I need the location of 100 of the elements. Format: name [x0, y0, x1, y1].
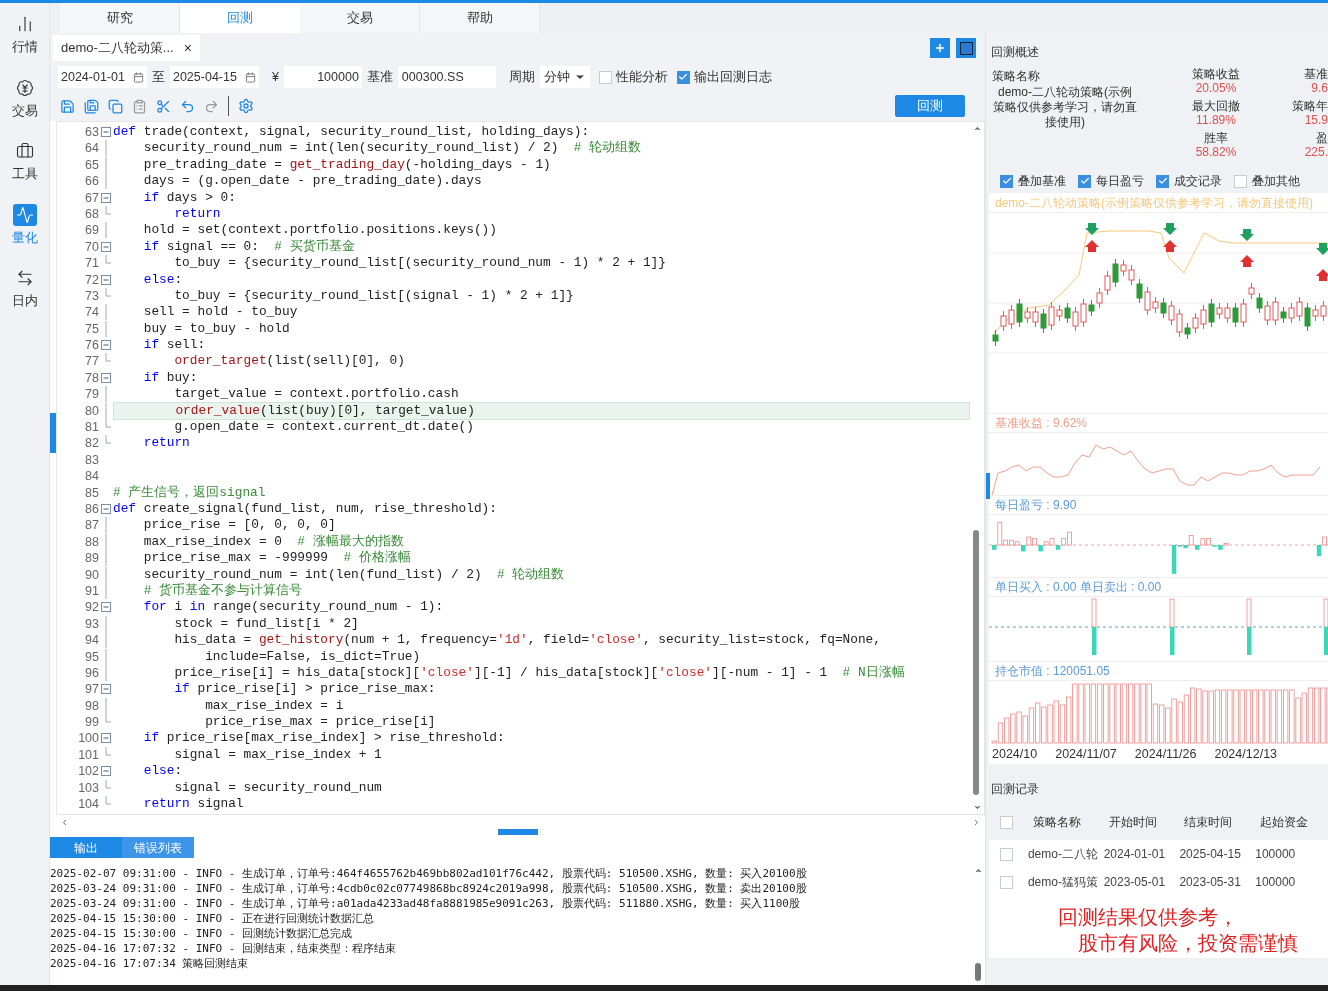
fold-toggle-icon[interactable]: [101, 504, 111, 514]
log-line: 2025-02-07 09:31:00 - INFO - 生成订单，订单号:464f4655762b469bb802ad101f76c442, 股票代码: 510500.XSHG, 数量: 买入20100股: [50, 866, 808, 881]
close-button[interactable]: ×: [183, 37, 192, 59]
collapse-handle[interactable]: [497, 829, 538, 835]
table-cell-text: 2025-04-15: [1178, 846, 1242, 863]
code-line: for i in range(security_round_num - 1):: [142, 599, 444, 616]
table-cell-text: 2023-05-31: [1178, 874, 1242, 891]
sell-bar: [1324, 627, 1328, 655]
fold-toggle-icon[interactable]: [101, 127, 111, 137]
code-line: max_rise_index = 0 # 涨幅最大的指数: [142, 533, 404, 550]
panel-label: 基准收益 : 9.62%: [995, 415, 1088, 432]
checkbox-label: 输出回测日志: [693, 68, 772, 86]
fold-toggle-icon[interactable]: [101, 274, 111, 285]
down-arrow-icon: [1085, 223, 1099, 235]
top-tab[interactable]: 帮助: [420, 3, 540, 33]
row-checkbox[interactable]: [1000, 875, 1014, 889]
code-line: stock = fund_list[i * 2]: [173, 615, 359, 633]
checkbox[interactable]: [1156, 174, 1169, 188]
table-cell-text: 2024-01-01: [1102, 846, 1167, 863]
sidebar-item[interactable]: 行情: [2, 11, 47, 59]
fold-toggle-icon[interactable]: [101, 340, 111, 351]
sidebar-item[interactable]: 日内: [2, 265, 47, 313]
table-cell-text: 2023-05-01: [1102, 874, 1167, 891]
checkbox[interactable]: [676, 70, 690, 84]
line-number: 90: [84, 566, 99, 583]
column-header: 策略名称: [1031, 814, 1082, 831]
fold-toggle-icon[interactable]: [101, 602, 111, 613]
log-line: 2025-04-15 15:30:00 - INFO - 回测统计数据汇总完成: [50, 926, 354, 941]
strategy-name: demo-二八轮动策略(示例策略仅供参考学习，请勿直接使用): [993, 85, 1137, 130]
plus-icon: [934, 42, 946, 54]
row-checkbox[interactable]: [1000, 847, 1014, 861]
line-number: 77: [84, 353, 99, 370]
code-line: price_rise_max = -999999 # 价格涨幅: [142, 550, 411, 567]
fold-toggle-icon[interactable]: [101, 684, 111, 695]
code-line: target_value = context.portfolio.cash: [173, 386, 459, 403]
panel-handle[interactable]: [50, 413, 56, 453]
risk-notice: 回测结果仅供参考，: [1058, 905, 1238, 930]
top-tab[interactable]: 研究: [60, 3, 180, 33]
sidebar-item[interactable]: 工具: [2, 138, 47, 186]
line-number: 89: [84, 550, 99, 567]
line-number: 76: [84, 337, 99, 354]
add-button[interactable]: [930, 38, 950, 58]
checkbox-label: 性能分析: [615, 68, 668, 86]
line-number: 75: [84, 320, 99, 338]
fold-toggle-icon[interactable]: [101, 733, 111, 744]
line-number: 79: [84, 386, 99, 403]
output-tab[interactable]: 输出: [50, 837, 122, 858]
run-button[interactable]: 回测: [895, 95, 965, 117]
fold-toggle-icon[interactable]: [101, 372, 111, 383]
code-line: else:: [142, 271, 183, 288]
range-label: 至: [151, 68, 165, 86]
file-tab[interactable]: demo-二八轮动策... ×: [53, 35, 200, 61]
scroll-thumb[interactable]: [975, 963, 981, 981]
code-line: return: [142, 435, 190, 452]
line-number: 82: [84, 435, 99, 452]
metric-value: 20.05%: [1195, 81, 1237, 95]
code-line: signal = security_round_num: [173, 779, 382, 797]
log-line: 2025-03-24 09:31:00 - INFO - 生成订单，订单号:4cdb0c02c07749868bc8924c2019a998, 股票代码: 510500.XSHG, 数量: 卖出20100股: [50, 881, 808, 896]
code-line: price_rise_max = price_rise[i]: [204, 714, 436, 731]
top-tab[interactable]: 回测: [180, 3, 300, 33]
fold-toggle-icon[interactable]: [101, 241, 111, 252]
fold-toggle-icon[interactable]: [101, 766, 111, 777]
code-line: his_data = get_history(num + 1, frequency='1d', field='close', security_list=stock, fq=None,: [173, 632, 881, 649]
code-line: def create_signal(fund_list, num, rise_threshold):: [113, 501, 497, 518]
period-dropdown[interactable]: 分钟: [539, 66, 590, 88]
metric-label: 盈: [1316, 131, 1328, 145]
metric-value: 9.6: [1311, 81, 1328, 95]
code-line: if price_rise[i] > price_rise_max:: [173, 681, 436, 698]
panel-handle[interactable]: [986, 473, 990, 499]
code-line: def trade(context, signal, security_round_list, holding_days):: [113, 124, 590, 140]
sell-bar: [1092, 627, 1097, 655]
checkbox[interactable]: [1234, 174, 1247, 188]
up-arrow-icon: [1316, 269, 1328, 281]
line-number: 63: [84, 124, 99, 141]
checkbox[interactable]: [1078, 174, 1091, 188]
scissors-icon: [156, 98, 171, 114]
square-button[interactable]: [956, 38, 976, 58]
line-number: 67: [84, 189, 99, 206]
start-date-field[interactable]: 2024-01-01: [58, 66, 147, 88]
line-number: 91: [84, 582, 99, 600]
scroll-down-icon: [972, 803, 982, 812]
benchmark-field[interactable]: 000300.SS: [397, 66, 496, 88]
line-number: 78: [84, 369, 99, 387]
code-line: sell = hold - to_buy: [142, 304, 298, 321]
end-date-field[interactable]: 2025-04-15: [169, 66, 259, 88]
checkbox[interactable]: [598, 70, 612, 84]
line-number: 104: [77, 796, 99, 813]
top-tab[interactable]: 交易: [300, 3, 420, 33]
table-cell-text: 100000: [1254, 846, 1297, 863]
checkbox[interactable]: [1000, 174, 1013, 188]
panel-label: 单日买入 : 0.00 单日卖出 : 0.00: [995, 579, 1162, 596]
buy-bar: [1246, 598, 1252, 628]
select-all-checkbox[interactable]: [1000, 815, 1014, 829]
checkbox-label: 每日盈亏: [1096, 173, 1144, 190]
fold-toggle-icon[interactable]: [101, 192, 111, 203]
line-number: 72: [84, 271, 99, 288]
capital-field[interactable]: 100000: [283, 66, 362, 88]
chart-title: demo-二八轮动策略(示例策略仅供参考学习，请勿直接使用): [989, 193, 1328, 213]
currency-label: ¥: [271, 68, 279, 86]
sidebar-item[interactable]: 交易: [2, 74, 47, 122]
